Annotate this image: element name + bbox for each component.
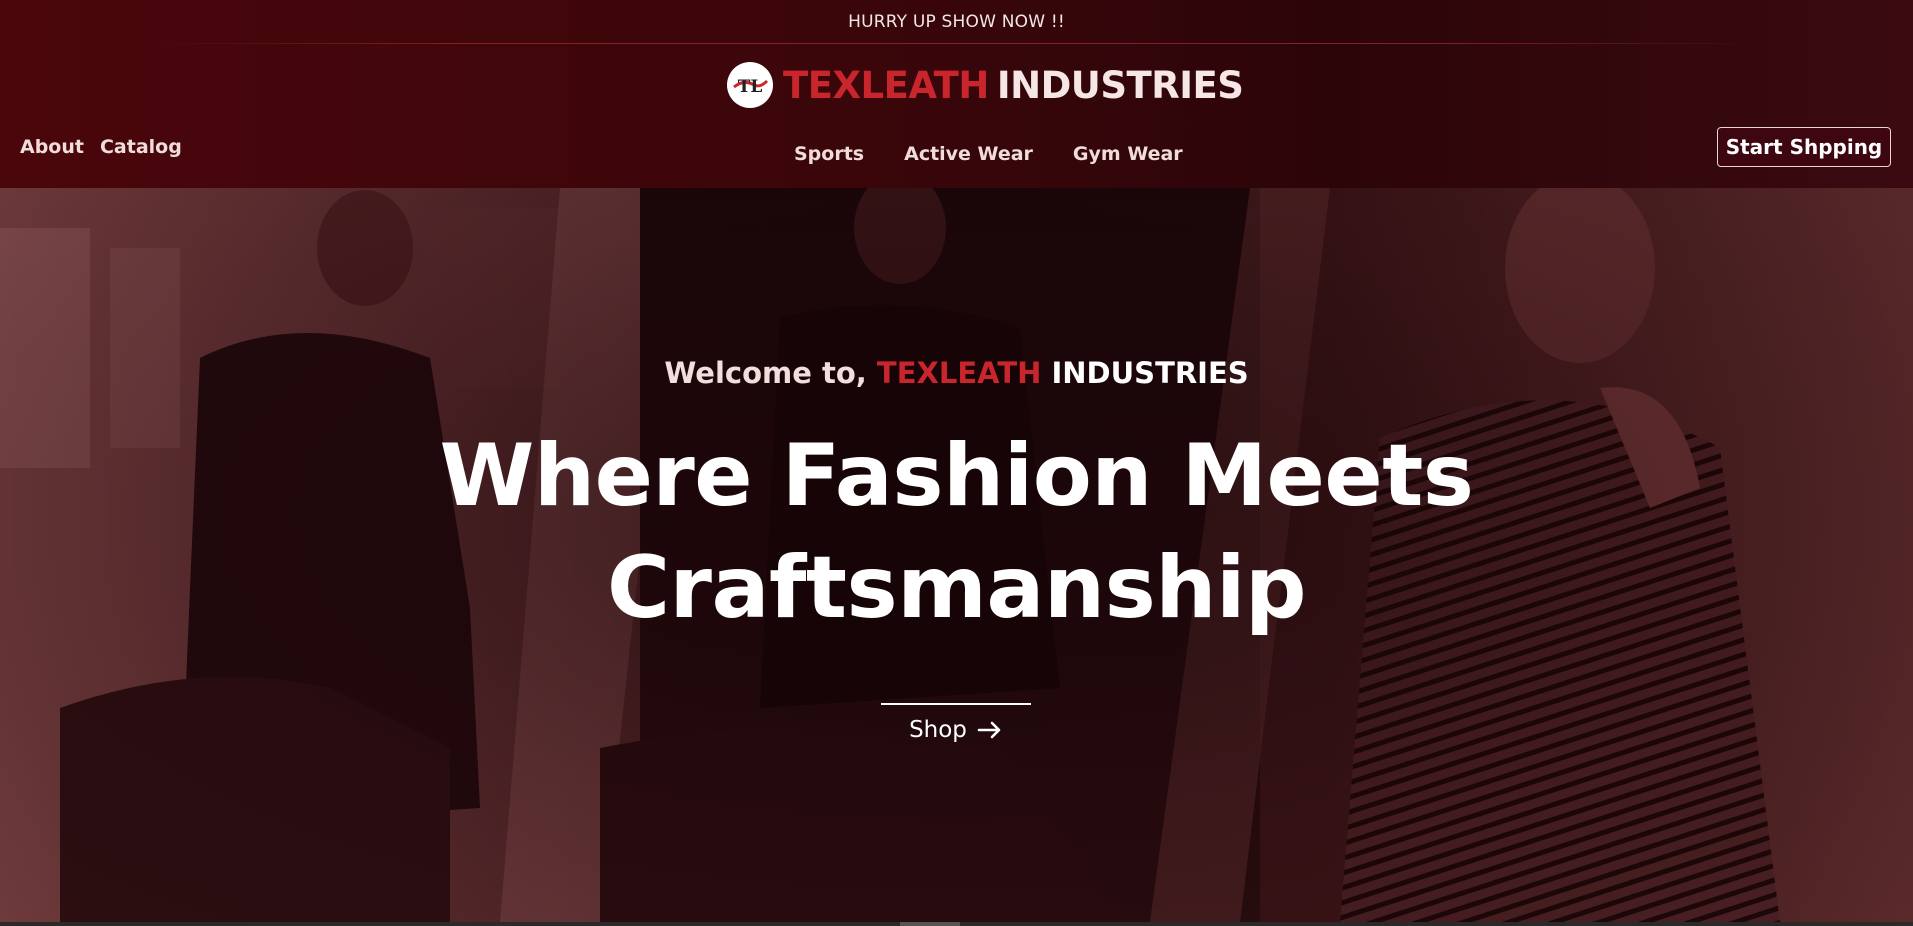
welcome-prefix: Welcome to, — [664, 356, 867, 390]
site-header: HURRY UP SHOW NOW !! TL TEXLEATH INDUSTR… — [0, 0, 1913, 188]
nav-link-gym-wear[interactable]: Gym Wear — [1073, 143, 1183, 165]
brand-logo-link[interactable]: TL TEXLEATH INDUSTRIES — [727, 58, 1244, 112]
shop-divider — [881, 703, 1031, 705]
nav-left: About Catalog — [20, 136, 182, 158]
hero-welcome-text: Welcome to, TEXLEATH INDUSTRIES — [0, 356, 1913, 390]
shop-label: Shop — [909, 717, 967, 743]
scrollbar-thumb[interactable] — [900, 922, 960, 926]
brand-name-white: INDUSTRIES — [996, 63, 1244, 107]
brand-name-red: TEXLEATH — [783, 63, 989, 107]
announcement-text: HURRY UP SHOW NOW !! — [848, 11, 1065, 32]
headline-line-2: Craftsmanship — [606, 538, 1307, 638]
svg-text:TL: TL — [738, 77, 763, 97]
brand-logo-icon: TL — [727, 62, 773, 108]
hero-section: Welcome to, TEXLEATH INDUSTRIES Where Fa… — [0, 188, 1913, 922]
arrow-right-icon — [977, 721, 1001, 739]
nav-categories: Sports Active Wear Gym Wear — [794, 143, 1183, 165]
nav-link-active-wear[interactable]: Active Wear — [904, 143, 1033, 165]
announcement-divider — [150, 43, 1760, 44]
welcome-brand-white: INDUSTRIES — [1051, 356, 1249, 390]
headline-line-1: Where Fashion Meets — [439, 426, 1474, 526]
welcome-brand-red: TEXLEATH — [876, 356, 1042, 390]
nav-link-about[interactable]: About — [20, 136, 84, 158]
hero-headline: Where Fashion Meets Craftsmanship — [400, 420, 1513, 644]
announcement-bar: HURRY UP SHOW NOW !! — [0, 0, 1913, 43]
nav-link-catalog[interactable]: Catalog — [100, 136, 182, 158]
nav-link-sports[interactable]: Sports — [794, 143, 864, 165]
start-shopping-button[interactable]: Start Shpping — [1717, 127, 1891, 167]
shop-link[interactable]: Shop — [881, 712, 1031, 748]
